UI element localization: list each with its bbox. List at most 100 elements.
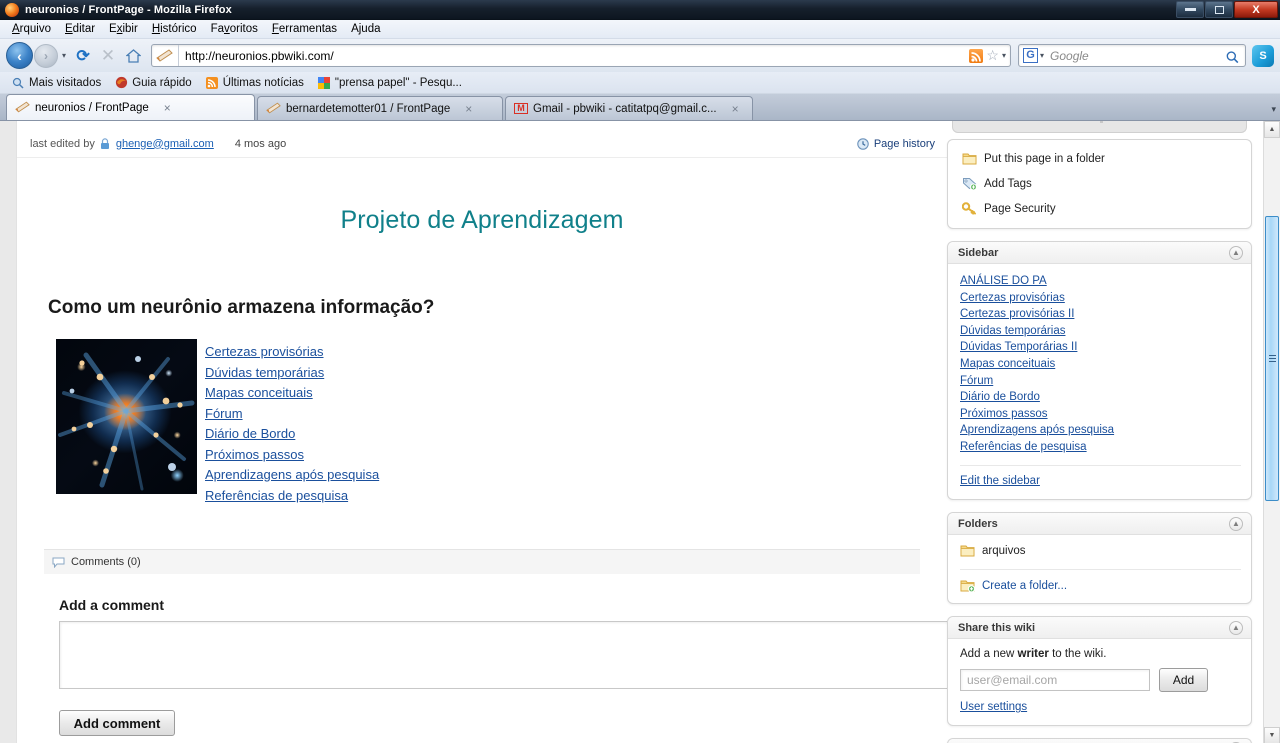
close-button[interactable]: X [1234,1,1278,18]
tab-close-icon[interactable]: × [164,101,171,115]
sidebar-item-diario-de-bordo[interactable]: Diário de Bordo [960,389,1241,406]
scroll-up-button[interactable]: ▲ [1264,121,1280,138]
sidebar-item-duvidas-temporarias[interactable]: Dúvidas temporárias [960,323,1241,340]
sidebar-item-forum[interactable]: Fórum [960,373,1241,390]
comment-textarea[interactable] [59,621,962,689]
stop-icon[interactable]: ✕ [97,45,119,67]
bookmark-guia-rapido[interactable]: Guia rápido [109,75,196,91]
back-button[interactable]: ‹ [6,42,33,69]
url-text[interactable]: http://neuronios.pbwiki.com/ [179,49,969,63]
pbwiki-icon [15,101,30,114]
google-icon [317,76,331,90]
bookmark-label: Últimas notícias [222,76,304,89]
page-scrollbar[interactable]: ▲ ▼ [1263,121,1280,743]
home-icon[interactable] [122,45,144,67]
create-folder-link[interactable]: Create a folder... [960,577,1241,595]
firefox-logo-icon [5,2,19,17]
page-link-mapas-conceituais[interactable]: Mapas conceituais [205,383,379,403]
restore-button[interactable] [1205,1,1233,18]
navigation-toolbar: ‹ › ▾ ⟳ ✕ http://neuronios.pbwiki.com/ ☆… [0,39,1280,72]
action-put-in-folder[interactable]: Put this page in a folder [962,152,1241,166]
bookmark-dropdown-icon[interactable]: ▾ [1002,51,1006,60]
action-add-tags[interactable]: Add Tags [962,177,1241,191]
menu-ajuda[interactable]: Ajuda [344,21,387,37]
sidebar-item-aprendizagens-apos-pesquisa[interactable]: Aprendizagens após pesquisa [960,422,1241,439]
tab-bernardetemotter01[interactable]: bernardetemotter01 / FrontPage × [257,96,503,120]
tab-overflow-icon[interactable]: ▾ [1271,104,1276,115]
folders-panel: Folders ▲ arquivos Create a folder... [947,512,1252,605]
bookmark-ultimas-noticias[interactable]: Últimas notícias [200,75,309,91]
editor-email-link[interactable]: ghenge@gmail.com [116,138,214,150]
last-edited-label: last edited by [30,137,95,150]
search-submit-icon[interactable] [1223,43,1248,68]
sidebar-item-certezas-provisorias-ii[interactable]: Certezas provisórias II [960,306,1241,323]
chevron-up-icon[interactable]: ▲ [1229,245,1243,260]
menu-arquivo[interactable]: Arquivo [5,21,58,37]
window-title: neuronios / FrontPage - Mozilla Firefox [25,3,232,16]
sidebar-item-proximos-passos[interactable]: Próximos passos [960,406,1241,423]
main-content-column: last edited by ghenge@gmail.com 4 mos ag… [17,121,962,743]
tab-neuronios[interactable]: neuronios / FrontPage × [6,94,255,120]
tab-strip: neuronios / FrontPage × bernardetemotter… [0,94,1280,121]
share-add-button[interactable]: Add [1159,668,1208,693]
scroll-down-button[interactable]: ▼ [1264,727,1280,743]
history-dropdown-icon[interactable]: ▾ [62,51,66,60]
rss-icon [205,76,219,90]
sidebar-item-analise-do-pa[interactable]: ANÁLISE DO PA [960,273,1241,290]
share-email-input[interactable]: user@email.com [960,669,1150,692]
bookmark-star-icon[interactable]: ☆ [986,47,999,64]
menu-ferramentas[interactable]: Ferramentas [265,21,344,37]
google-engine-icon[interactable]: G [1023,48,1038,63]
scrollbar-thumb[interactable] [1265,216,1279,501]
search-bar[interactable]: G ▾ Google [1018,44,1246,67]
edit-the-sidebar-link[interactable]: Edit the sidebar [960,473,1241,490]
page-history-link[interactable]: Page history [857,138,935,150]
rss-feed-icon[interactable] [969,48,984,63]
chevron-up-icon[interactable]: ▲ [1229,516,1243,531]
tab-close-icon[interactable]: × [465,102,472,116]
folders-divider [960,569,1241,571]
sidebar-panel-header: Sidebar ▲ [948,242,1251,264]
search-input[interactable]: Google [1044,49,1226,63]
user-settings-link[interactable]: User settings [960,699,1241,716]
skype-icon[interactable]: S [1252,44,1274,67]
reload-icon[interactable]: ⟳ [72,45,94,67]
sidebar-item-mapas-conceituais[interactable]: Mapas conceituais [960,356,1241,373]
add-comment-button[interactable]: Add comment [59,710,175,736]
menu-historico[interactable]: Histórico [145,21,204,37]
share-panel-header: Share this wiki ▲ [948,617,1251,640]
chevron-up-icon[interactable]: ▲ [1229,620,1243,635]
sidebar-divider [960,464,1241,466]
menu-exibir[interactable]: Exibir [102,21,145,37]
page-link-certezas-provisorias[interactable]: Certezas provisórias [205,342,379,362]
bookmark-mais-visitados[interactable]: Mais visitados [6,75,106,91]
menu-editar[interactable]: Editar [58,21,102,37]
tab-close-icon[interactable]: × [732,102,739,116]
window-titlebar: neuronios / FrontPage - Mozilla Firefox … [0,0,1280,20]
tab-gmail[interactable]: M Gmail - pbwiki - catitatpq@gmail.c... … [505,96,753,120]
bookmark-prensa-papel[interactable]: "prensa papel" - Pesqu... [312,75,467,91]
menu-favoritos[interactable]: Favoritos [204,21,265,37]
page-link-diario-de-bordo[interactable]: Diário de Bordo [205,424,379,444]
page-link-aprendizagens-apos-pesquisa[interactable]: Aprendizagens após pesquisa [205,465,379,485]
address-bar[interactable]: http://neuronios.pbwiki.com/ ☆ ▾ [151,44,1011,67]
sidebar-item-duvidas-temporarias-ii[interactable]: Dúvidas Temporárias II [960,339,1241,356]
page-link-forum[interactable]: Fórum [205,404,379,424]
page-content: Projeto de Aprendizagem Como um neurônio… [17,206,962,743]
page-left-gutter [0,121,17,743]
sidebar-item-certezas-provisorias[interactable]: Certezas provisórias [960,290,1241,307]
minimize-button[interactable] [1176,1,1204,18]
forward-button[interactable]: › [34,43,58,68]
bookmark-label: Mais visitados [29,76,102,89]
folder-item-arquivos[interactable]: arquivos [960,542,1241,560]
user-lock-icon [100,137,111,150]
page-link-referencias-de-pesquisa[interactable]: Referências de pesquisa [205,486,379,506]
page-meta-row: last edited by ghenge@gmail.com 4 mos ag… [17,130,947,158]
page-link-proximos-passos[interactable]: Próximos passos [205,445,379,465]
scrollbar-track[interactable] [1264,138,1280,727]
sidebar-item-referencias-de-pesquisa[interactable]: Referências de pesquisa [960,439,1241,456]
magnifier-icon [11,76,25,90]
action-page-security[interactable]: Page Security [961,202,1241,216]
page-link-duvidas-temporarias[interactable]: Dúvidas temporárias [205,363,379,383]
clock-icon [857,137,869,150]
